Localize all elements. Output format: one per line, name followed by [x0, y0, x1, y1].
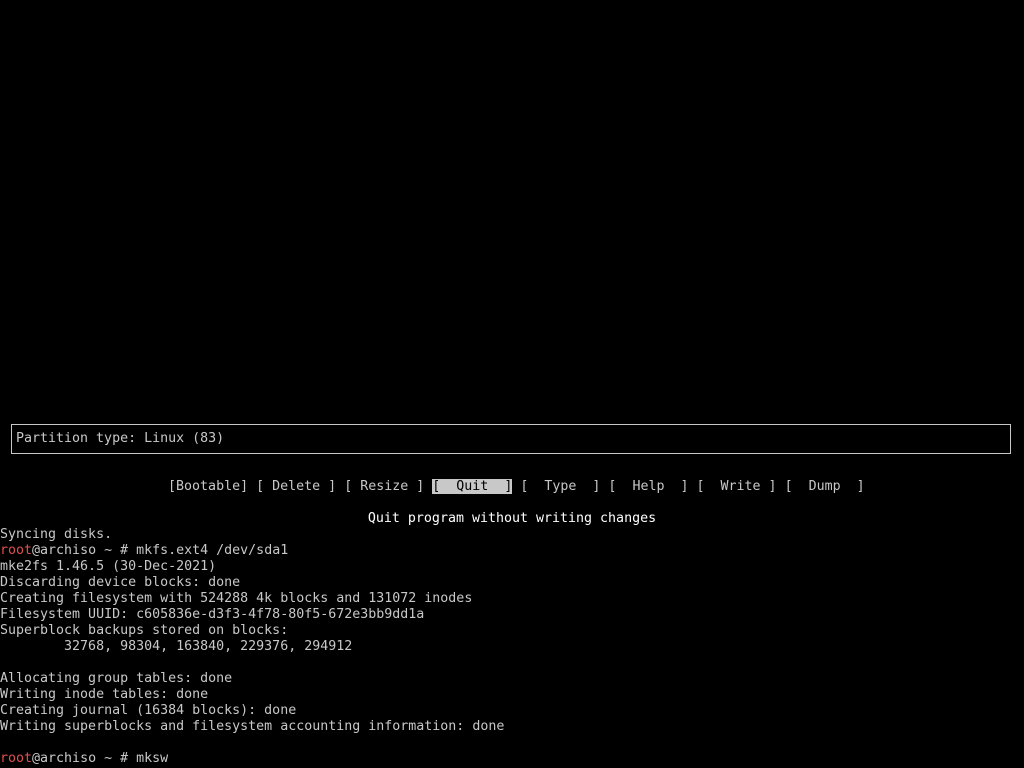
quit-button[interactable]: [ Quit ]	[432, 479, 513, 494]
menu-hint-text: Quit program without writing changes	[367, 511, 657, 526]
prompt-line-current[interactable]: root@archiso ~ # mksw	[0, 751, 168, 767]
output-line: Allocating group tables: done	[0, 671, 233, 686]
output-line: Discarding device blocks: done	[0, 575, 241, 590]
prompt-command: @archiso ~ # mkfs.ext4 /dev/sda1	[32, 543, 289, 558]
output-line: Superblock backups stored on blocks:	[0, 623, 289, 638]
prompt-line: root@archiso ~ # mkfs.ext4 /dev/sda1	[0, 543, 288, 559]
resize-button[interactable]: [ Resize ]	[344, 479, 424, 494]
output-line: Creating journal (16384 blocks): done	[0, 703, 297, 718]
output-line: Filesystem UUID: c605836e-d3f3-4f78-80f5…	[0, 607, 425, 622]
delete-button[interactable]: [ Delete ]	[256, 479, 336, 494]
prompt-user: root	[0, 751, 33, 766]
output-line: Writing inode tables: done	[0, 687, 209, 702]
dump-button[interactable]: [ Dump ]	[785, 479, 865, 494]
type-button[interactable]: [ Type ]	[520, 479, 600, 494]
terminal-screen[interactable]: Partition type: Linux (83) [Bootable] [ …	[0, 0, 1024, 768]
output-line: 32768, 98304, 163840, 229376, 294912	[0, 639, 353, 654]
output-line: Writing superblocks and filesystem accou…	[0, 719, 505, 734]
write-button[interactable]: [ Write ]	[697, 479, 777, 494]
cfdisk-menu-bar: [Bootable] [ Delete ] [ Resize ] [ Quit …	[136, 463, 865, 494]
prompt-user: root	[0, 543, 33, 558]
output-line: Creating filesystem with 524288 4k block…	[0, 591, 473, 606]
help-button[interactable]: [ Help ]	[608, 479, 688, 494]
partition-info-box: Partition type: Linux (83)	[11, 424, 1011, 454]
output-line: mke2fs 1.46.5 (30-Dec-2021)	[0, 559, 217, 574]
output-line: Syncing disks.	[0, 527, 113, 542]
partition-type-text: Partition type: Linux (83)	[16, 431, 225, 446]
bootable-button[interactable]: [Bootable]	[168, 479, 248, 494]
prompt-command-input[interactable]: @archiso ~ # mksw	[32, 751, 168, 766]
